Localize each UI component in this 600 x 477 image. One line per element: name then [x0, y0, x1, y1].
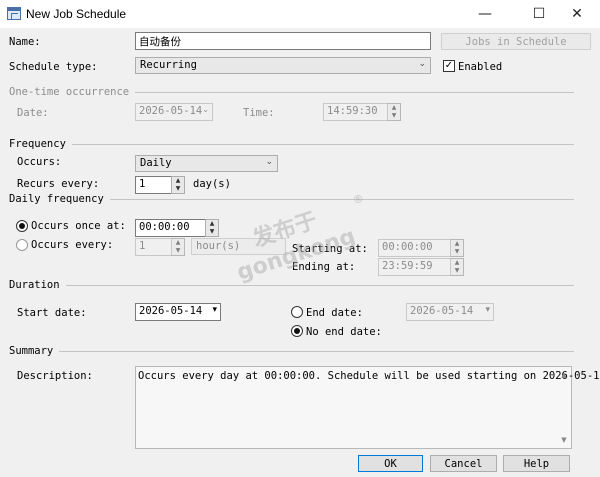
jobs-in-schedule-button[interactable]: Jobs in Schedule: [441, 33, 591, 50]
schedule-type-label: Schedule type:: [9, 61, 98, 73]
schedule-type-value: Recurring: [140, 59, 197, 71]
starting-at-label: Starting at:: [292, 243, 368, 255]
time-spin-buttons[interactable]: ▲ ▼: [387, 103, 401, 121]
recurs-every-unit: day(s): [193, 178, 231, 190]
end-date-label: End date:: [306, 307, 363, 319]
chevron-down-icon: ⌄: [265, 157, 273, 167]
time-label: Time:: [243, 107, 275, 119]
section-one-time-occurrence: One-time occurrence: [9, 86, 574, 98]
calendar-dropdown-icon: ▾: [485, 305, 490, 315]
occurs-once-spin-buttons[interactable]: ▲ ▼: [205, 219, 219, 237]
description-text: Occurs every day at 00:00:00. Schedule w…: [138, 370, 600, 382]
occurs-once-radio[interactable]: [16, 220, 28, 232]
section-one-time-title: One-time occurrence: [9, 86, 130, 98]
section-frequency-title: Frequency: [9, 138, 66, 150]
name-label: Name:: [9, 36, 41, 48]
enabled-checkbox[interactable]: ✓: [443, 60, 455, 72]
occurs-every-radio[interactable]: [16, 239, 28, 251]
close-button[interactable]: ✕: [554, 0, 600, 28]
occurs-every-unit-select[interactable]: hour(s): [191, 238, 286, 255]
section-summary: Summary: [9, 345, 574, 357]
name-input[interactable]: 自动备份: [135, 32, 431, 50]
ok-button[interactable]: OK: [358, 455, 423, 472]
minimize-button[interactable]: —: [462, 0, 508, 28]
occurs-value: Daily: [140, 157, 172, 169]
window-title: New Job Schedule: [26, 7, 127, 21]
occurs-select[interactable]: Daily ⌄: [135, 155, 278, 172]
section-daily-frequency-title: Daily frequency: [9, 193, 104, 205]
start-date-picker[interactable]: 2026-05-14 ▾: [135, 303, 221, 321]
description-label: Description:: [17, 370, 93, 382]
occurs-every-spin-buttons[interactable]: ▲ ▼: [171, 238, 185, 256]
occurs-every-label: Occurs every:: [31, 239, 114, 251]
starting-at-spin-buttons[interactable]: ▲ ▼: [450, 239, 464, 257]
chevron-down-icon: ⌄: [418, 59, 426, 69]
section-frequency: Frequency: [9, 138, 574, 150]
no-end-date-radio[interactable]: [291, 325, 303, 337]
enabled-label: Enabled: [458, 61, 503, 73]
chevron-down-icon: ⌄: [202, 105, 209, 114]
section-duration-title: Duration: [9, 279, 60, 291]
occurs-once-label: Occurs once at:: [31, 220, 126, 232]
end-date-radio[interactable]: [291, 306, 303, 318]
recurs-every-spin-buttons[interactable]: ▲ ▼: [171, 176, 185, 194]
recurs-every-label: Recurs every:: [17, 178, 100, 190]
date-label: Date:: [17, 107, 49, 119]
calendar-app-icon: [7, 7, 21, 20]
description-textarea[interactable]: Occurs every day at 00:00:00. Schedule w…: [135, 366, 600, 449]
section-daily-frequency: Daily frequency: [9, 193, 574, 205]
section-duration: Duration: [9, 279, 574, 291]
no-end-date-label: No end date:: [306, 326, 382, 338]
calendar-dropdown-icon: ▾: [212, 305, 217, 315]
start-date-label: Start date:: [17, 307, 87, 319]
ending-at-label: Ending at:: [292, 261, 356, 273]
section-summary-title: Summary: [9, 345, 54, 357]
help-button[interactable]: Help: [503, 455, 570, 472]
cancel-button[interactable]: Cancel: [430, 455, 497, 472]
occurs-label: Occurs:: [17, 156, 62, 168]
schedule-type-select[interactable]: Recurring ⌄: [135, 57, 431, 74]
one-time-date-picker[interactable]: 2026-05-14 ⌄: [135, 103, 213, 121]
end-date-picker[interactable]: 2026-05-14 ▾: [406, 303, 494, 321]
ending-at-spin-buttons[interactable]: ▲ ▼: [450, 258, 464, 276]
description-scrollbar[interactable]: ▲ ▼: [557, 367, 571, 448]
